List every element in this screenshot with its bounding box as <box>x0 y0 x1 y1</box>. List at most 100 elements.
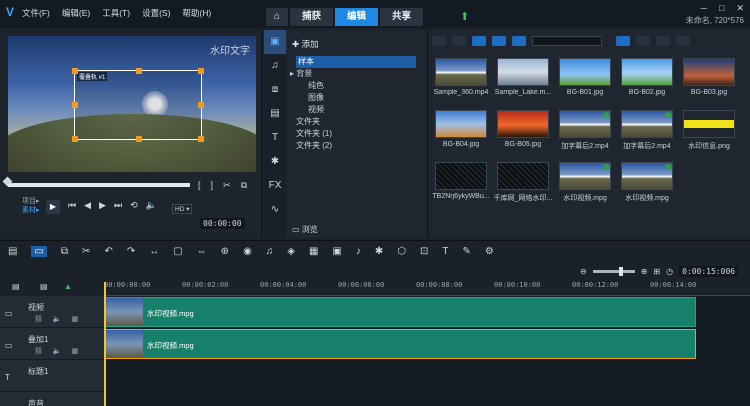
settings-icon[interactable]: ⚙ <box>485 246 494 257</box>
add-marker-icon[interactable]: ▲ <box>64 282 72 291</box>
transition-icon[interactable]: ⧈ <box>264 78 286 102</box>
upload-icon[interactable]: ⬆ <box>460 10 469 23</box>
sort-icon[interactable] <box>676 36 690 46</box>
resize-handle[interactable] <box>72 68 78 74</box>
smartsound-icon[interactable]: ♪ <box>356 246 361 257</box>
detail-view-icon[interactable] <box>656 36 670 46</box>
grid-icon[interactable]: ▦ <box>72 347 79 355</box>
media-item[interactable]: BG-B04.jpg <box>430 110 492 154</box>
show-audio-icon[interactable] <box>512 36 526 46</box>
audio-mixer-icon[interactable]: ♫ <box>266 246 274 257</box>
zoom-slider[interactable] <box>592 267 635 276</box>
import-media-icon[interactable] <box>432 36 446 46</box>
timeline-clip[interactable]: 水印视频.mpg <box>104 297 696 327</box>
fit-timeline-icon[interactable]: ⊞ <box>653 267 660 276</box>
resize-handle[interactable] <box>198 68 204 74</box>
menu-help[interactable]: 帮助(H) <box>182 7 211 19</box>
play-icon[interactable]: ▶ <box>46 200 60 214</box>
thumbnail-view-icon[interactable] <box>616 36 630 46</box>
media-item[interactable]: BG-B05.jpg <box>492 110 554 154</box>
copy-icon[interactable]: ⧉ <box>241 180 247 191</box>
track-header[interactable]: ▭ 叠加1 ⛓ 🔈 ▦ <box>0 328 104 360</box>
player-timecode[interactable]: 00:00:00 <box>200 218 245 229</box>
path-icon[interactable]: ∿ <box>264 198 286 222</box>
time-ruler[interactable]: 00:00:00:00 00:00:02:00 00:00:04:00 00:00:0… <box>104 278 750 296</box>
media-item[interactable]: 水印信息.png <box>678 110 740 154</box>
media-item[interactable]: 水印视频.mpg <box>554 162 616 206</box>
menu-file[interactable]: 文件(F) <box>22 7 50 19</box>
split-icon[interactable]: ✂ <box>223 180 231 191</box>
resize-handle[interactable] <box>72 102 78 108</box>
media-item[interactable]: 加字幕后2.mp4 <box>554 110 616 154</box>
volume-icon[interactable]: 🔈 <box>146 200 157 214</box>
storyboard-view-icon[interactable]: ▤ <box>8 246 17 257</box>
timeline-clip[interactable]: 水印视频.mpg <box>104 329 696 359</box>
home-tab[interactable]: ⌂ <box>266 8 288 26</box>
add-folder-button[interactable]: ✚ 添加 <box>292 38 319 50</box>
sticker-icon[interactable]: ▤ <box>264 102 286 126</box>
close-icon[interactable]: ✕ <box>736 3 744 14</box>
track-header[interactable]: ♪声音 <box>0 392 104 406</box>
menu-tools[interactable]: 工具(T) <box>102 7 130 19</box>
next-frame-icon[interactable]: ▶ <box>99 200 106 214</box>
media-item[interactable]: Sample_Lake.m... <box>492 58 554 102</box>
timeline-view-icon[interactable]: ▭ <box>31 246 47 257</box>
record-capture-icon[interactable]: ◉ <box>243 246 252 257</box>
multicam-icon[interactable]: ⧉ <box>61 246 68 257</box>
tab-capture[interactable]: 捕获 <box>290 8 334 26</box>
menu-settings[interactable]: 设置(S) <box>142 7 170 19</box>
browse-button[interactable]: ▭ 浏览 <box>292 224 318 235</box>
grid-icon[interactable]: ▦ <box>72 315 79 323</box>
media-item[interactable]: 千库网_网络水印... <box>492 162 554 206</box>
zoom-out-icon[interactable]: ⊖ <box>580 267 587 276</box>
track-header[interactable]: T 标题1 <box>0 360 104 392</box>
media-item[interactable]: BG-B02.jpg <box>616 58 678 102</box>
tools-icon[interactable]: ✂ <box>82 246 90 257</box>
fit-icon[interactable]: ↔ <box>149 246 159 257</box>
graphics-icon[interactable]: ✱ <box>264 150 286 174</box>
resize-handle[interactable] <box>72 136 78 142</box>
search-input[interactable] <box>532 36 602 46</box>
tab-edit[interactable]: 编辑 <box>335 8 379 26</box>
end-icon[interactable]: ⏭ <box>114 200 122 214</box>
timeline-timecode[interactable]: 0:00:15:006 <box>679 266 739 277</box>
chapter-icon[interactable]: ▤ <box>40 282 48 291</box>
link-icon[interactable]: ⛓ <box>34 315 43 323</box>
instant-project-icon[interactable]: ♫ <box>264 54 286 78</box>
subtitle-icon[interactable]: ▦ <box>309 246 318 257</box>
title-icon[interactable]: T <box>264 126 286 150</box>
minimize-icon[interactable]: ─ <box>701 3 707 14</box>
undo-icon[interactable]: ↶ <box>104 246 112 257</box>
overlay-selection-box[interactable]: 覆叠轨 #1 <box>72 68 204 142</box>
resize-handle[interactable] <box>198 136 204 142</box>
preview-video[interactable]: 水印文字 覆叠轨 #1 <box>8 36 256 172</box>
maximize-icon[interactable]: □ <box>719 3 724 14</box>
scrub-bar[interactable] <box>8 183 190 187</box>
project-mode[interactable]: 项目▸ <box>22 197 40 206</box>
list-view-icon[interactable] <box>636 36 650 46</box>
repeat-icon[interactable]: ⟲ <box>130 200 138 214</box>
volume-icon[interactable]: 🔈 <box>53 315 62 323</box>
clip-mode[interactable]: 素材▸ <box>22 206 40 215</box>
transform-icon[interactable]: ⬡ <box>397 246 406 257</box>
tree-item[interactable]: 文件夹 <box>296 116 416 128</box>
resize-handle[interactable] <box>136 136 142 142</box>
crop-icon[interactable]: ▢ <box>173 246 182 257</box>
tree-item[interactable]: 文件夹 (1) <box>296 128 416 140</box>
menu-edit[interactable]: 编辑(E) <box>62 7 90 19</box>
filter-icon[interactable]: FX <box>264 174 286 198</box>
volume-icon[interactable]: 🔈 <box>53 347 62 355</box>
pan-zoom-icon[interactable]: ⊡ <box>420 246 428 257</box>
tree-item[interactable]: 样本 <box>296 56 416 68</box>
stretch-icon[interactable]: ⇔ <box>197 246 207 257</box>
track-header[interactable]: ▭ 视频 ⛓ 🔈 ▦ <box>0 296 104 328</box>
record-icon[interactable] <box>452 36 466 46</box>
zoom-knob[interactable] <box>618 267 623 276</box>
tree-item[interactable]: 文件夹 (2) <box>296 140 416 152</box>
media-item[interactable]: 水印视频.mpg <box>616 162 678 206</box>
track-manager-icon[interactable]: ▤ <box>12 282 20 291</box>
mark-in-icon[interactable]: [ <box>198 180 201 191</box>
link-icon[interactable]: ⛓ <box>34 347 43 355</box>
tree-item[interactable]: ▸ 背景 <box>290 68 416 80</box>
mask-icon[interactable]: ▣ <box>332 246 341 257</box>
